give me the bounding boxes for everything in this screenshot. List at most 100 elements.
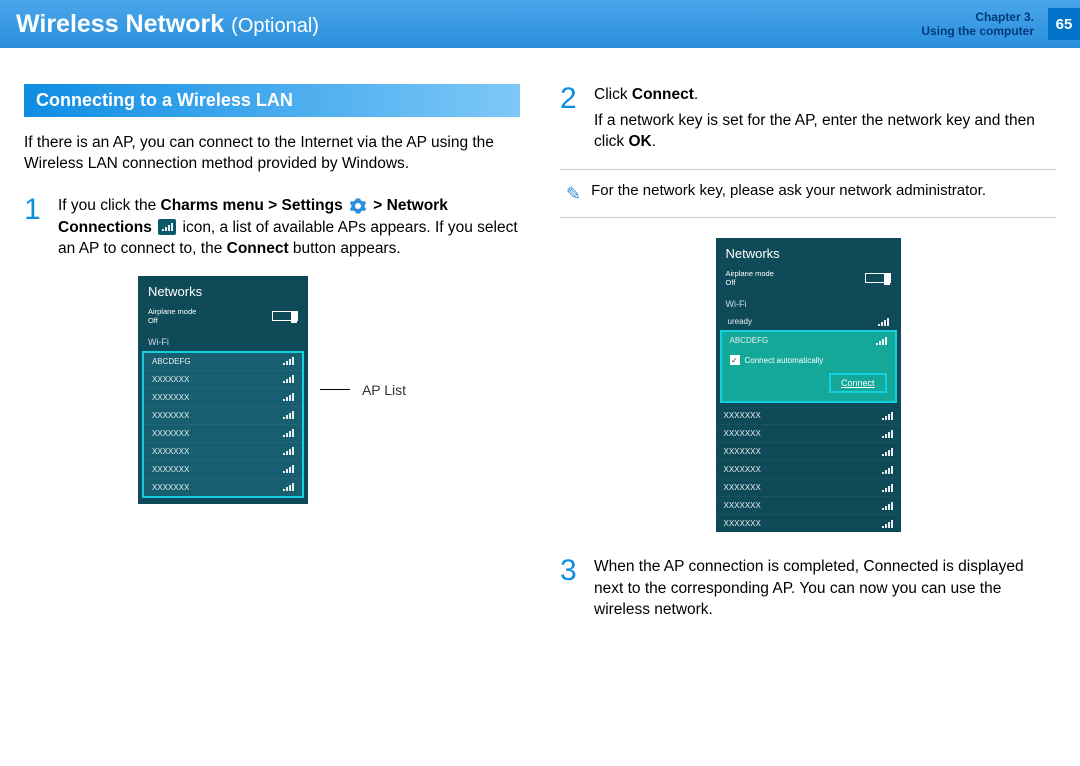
airplane-mode-row: Airplane mode Off <box>716 269 901 293</box>
airplane-toggle[interactable] <box>865 273 891 283</box>
ap-item[interactable]: XXXXXXX <box>716 442 901 460</box>
bold: Charms menu > Settings <box>161 197 343 214</box>
title-subtitle: (Optional) <box>231 15 319 37</box>
gear-icon <box>349 197 367 215</box>
ap-name: XXXXXXX <box>152 393 189 402</box>
ap-name: XXXXXXX <box>724 429 761 438</box>
chapter-title: Using the computer <box>921 24 1034 38</box>
callout-line <box>320 389 350 390</box>
panel-title: Networks <box>716 246 901 269</box>
networks-panel: Networks Airplane mode Off Wi-Fi ABCDEFG… <box>138 276 308 504</box>
signal-icon <box>882 448 893 456</box>
signal-icon <box>882 520 893 528</box>
airplane-state: Off <box>726 278 774 287</box>
text: If a network key is set for the AP, ente… <box>594 112 1035 151</box>
networks-panel-figure-1: Networks Airplane mode Off Wi-Fi ABCDEFG… <box>138 276 406 504</box>
ap-item[interactable]: XXXXXXX <box>144 388 302 406</box>
ap-name: XXXXXXX <box>152 429 189 438</box>
step-1-body: If you click the Charms menu > Settings … <box>58 195 520 260</box>
ap-name: XXXXXXX <box>152 447 189 456</box>
note-text: For the network key, please ask your net… <box>591 182 986 199</box>
panel-title: Networks <box>138 284 308 307</box>
ap-item[interactable]: XXXXXXX <box>716 460 901 478</box>
airplane-toggle[interactable] <box>272 311 298 321</box>
ap-name: XXXXXXX <box>724 411 761 420</box>
ap-name: ABCDEFG <box>730 336 769 345</box>
text: Click <box>594 86 632 103</box>
signal-icon <box>882 484 893 492</box>
text: If you click the <box>58 197 161 214</box>
ap-name: XXXXXXX <box>724 501 761 510</box>
page-header: Wireless Network (Optional) Chapter 3. U… <box>0 0 1080 48</box>
step-2: 2 Click Connect. If a network key is set… <box>560 84 1056 153</box>
step-3-number: 3 <box>560 556 584 621</box>
networks-panel-2: Networks Airplane mode Off Wi-Fi uready … <box>716 238 901 532</box>
signal-icon <box>882 430 893 438</box>
step-1-number: 1 <box>24 195 48 260</box>
connect-auto-label: Connect automatically <box>745 356 824 365</box>
signal-icon <box>882 412 893 420</box>
page-title: Wireless Network (Optional) <box>16 10 319 39</box>
connect-auto-row[interactable]: ✓ Connect automatically <box>722 349 895 371</box>
ap-item-selected[interactable]: ABCDEFG <box>722 332 895 349</box>
left-column: Connecting to a Wireless LAN If there is… <box>24 84 520 637</box>
ap-item[interactable]: XXXXXXX <box>716 424 901 442</box>
section-heading: Connecting to a Wireless LAN <box>24 84 520 117</box>
checkbox-icon[interactable]: ✓ <box>730 355 740 365</box>
connect-button[interactable]: Connect <box>829 373 887 393</box>
ap-item[interactable]: XXXXXXX <box>144 406 302 424</box>
chapter-number: Chapter 3. <box>921 10 1034 24</box>
ap-item[interactable]: XXXXXXX <box>144 370 302 388</box>
ap-list-caption: AP List <box>362 382 406 398</box>
ap-name: XXXXXXX <box>152 483 189 492</box>
airplane-mode-row: Airplane mode Off <box>138 307 308 331</box>
step-3-body: When the AP connection is completed, Con… <box>594 556 1056 621</box>
signal-icon <box>283 375 294 383</box>
ap-name: ABCDEFG <box>152 357 191 366</box>
ap-item[interactable]: XXXXXXX <box>716 514 901 532</box>
ap-name: XXXXXXX <box>724 483 761 492</box>
ap-name: XXXXXXX <box>724 447 761 456</box>
ap-list-box: ABCDEFG XXXXXXX XXXXXXX XXXXXXX XXXXXXX … <box>142 351 304 498</box>
airplane-mode-label: Airplane mode <box>148 307 196 316</box>
text: button appears. <box>289 240 401 257</box>
signal-icon <box>283 393 294 401</box>
airplane-state: Off <box>148 316 196 325</box>
ap-item[interactable]: XXXXXXX <box>716 496 901 514</box>
signal-icon <box>882 502 893 510</box>
title-main: Wireless Network <box>16 10 224 38</box>
wifi-label: Wi-Fi <box>716 293 901 313</box>
signal-icon <box>878 318 889 326</box>
note-icon: ✎ <box>566 184 581 205</box>
ap-item[interactable]: ABCDEFG <box>144 353 302 370</box>
wifi-label: Wi-Fi <box>138 331 308 351</box>
ap-item[interactable]: XXXXXXX <box>716 478 901 496</box>
ap-item[interactable]: XXXXXXX <box>144 460 302 478</box>
ap-name: XXXXXXX <box>152 411 189 420</box>
signal-icon <box>283 411 294 419</box>
bold: > <box>369 197 387 214</box>
bold: Connect <box>632 86 694 103</box>
ap-item[interactable]: XXXXXXX <box>144 424 302 442</box>
signal-icon <box>283 483 294 491</box>
text: . <box>694 86 698 103</box>
signal-icon <box>283 447 294 455</box>
ap-item[interactable]: XXXXXXX <box>716 407 901 424</box>
content-area: Connecting to a Wireless LAN If there is… <box>0 48 1080 637</box>
text: . <box>652 133 656 150</box>
ap-item[interactable]: XXXXXXX <box>144 478 302 496</box>
ap-name: XXXXXXX <box>724 519 761 528</box>
signal-icon <box>283 429 294 437</box>
signal-icon <box>158 219 176 235</box>
signal-icon <box>882 466 893 474</box>
ap-item[interactable]: XXXXXXX <box>144 442 302 460</box>
signal-icon <box>283 465 294 473</box>
ap-name: XXXXXXX <box>152 375 189 384</box>
signal-icon <box>876 337 887 345</box>
header-meta: Chapter 3. Using the computer 65 <box>921 8 1080 40</box>
page-number: 65 <box>1048 8 1080 40</box>
ap-item[interactable]: uready <box>716 313 901 330</box>
selected-ap-block: ABCDEFG ✓ Connect automatically Connect <box>720 330 897 403</box>
right-column: 2 Click Connect. If a network key is set… <box>560 84 1056 637</box>
bold: Connect <box>227 240 289 257</box>
